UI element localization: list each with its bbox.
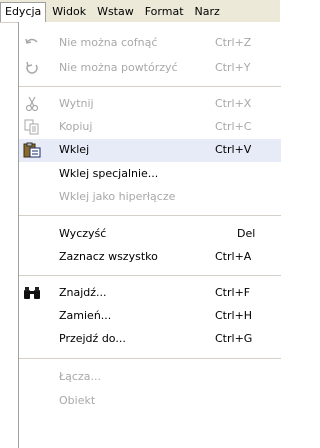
object-label: Obiekt: [59, 394, 96, 407]
replace-shortcut: Ctrl+H: [215, 309, 253, 322]
copy-shortcut: Ctrl+C: [215, 120, 252, 133]
find-label: Znajdź...: [59, 286, 107, 299]
select-all-label: Zaznacz wszystko: [59, 250, 158, 263]
menu-item-goto[interactable]: Przejdź do... Ctrl+G: [19, 328, 281, 351]
edit-dropdown-menu: Nie można cofnąć Ctrl+Z Nie można powtór…: [18, 22, 281, 448]
menu-item-paste-hyperlink[interactable]: Wklej jako hiperłącze: [19, 186, 281, 209]
redo-shortcut: Ctrl+Y: [215, 61, 251, 74]
menu-bar: Edycja Widok Wstaw Format Narz: [0, 0, 280, 23]
paste-shortcut: Ctrl+V: [215, 143, 252, 156]
goto-shortcut: Ctrl+G: [215, 332, 253, 345]
undo-shortcut: Ctrl+Z: [215, 36, 252, 49]
redo-arrow-icon: [23, 60, 41, 76]
menu-item-undo[interactable]: Nie można cofnąć Ctrl+Z: [19, 32, 281, 55]
clear-label: Wyczyść: [59, 227, 107, 240]
menu-item-paste[interactable]: Wklej Ctrl+V: [19, 139, 281, 162]
cut-label: Wytnij: [59, 97, 94, 110]
clear-shortcut: Del: [237, 227, 256, 240]
copy-label: Kopiuj: [59, 120, 93, 133]
menu-item-select-all[interactable]: Zaznacz wszystko Ctrl+A: [19, 246, 281, 269]
menu-item-clear[interactable]: Wyczyść Del: [19, 223, 281, 246]
cut-shortcut: Ctrl+X: [215, 97, 252, 110]
binoculars-icon: [23, 285, 41, 301]
links-label: Łącza...: [59, 370, 101, 383]
menu-item-object[interactable]: Obiekt: [19, 390, 281, 413]
paste-special-label: Wklej specjalnie...: [59, 167, 159, 180]
clipboard-icon: [23, 142, 41, 158]
paste-hyperlink-label: Wklej jako hiperłącze: [59, 190, 176, 203]
scissors-icon: [23, 96, 41, 112]
redo-label: Nie można powtórzyć: [59, 61, 178, 74]
copy-icon: [23, 119, 41, 135]
menu-narzedzia[interactable]: Narz: [190, 3, 225, 20]
separator: [19, 215, 281, 216]
paste-label: Wklej: [59, 143, 90, 156]
menu-item-cut[interactable]: Wytnij Ctrl+X: [19, 93, 281, 116]
separator: [19, 86, 281, 87]
select-all-shortcut: Ctrl+A: [215, 250, 252, 263]
menu-item-links[interactable]: Łącza...: [19, 366, 281, 389]
menu-item-copy[interactable]: Kopiuj Ctrl+C: [19, 116, 281, 139]
menu-item-paste-special[interactable]: Wklej specjalnie...: [19, 163, 281, 186]
menu-format[interactable]: Format: [140, 3, 189, 20]
undo-label: Nie można cofnąć: [59, 36, 158, 49]
menu-widok[interactable]: Widok: [47, 3, 91, 20]
replace-label: Zamień...: [59, 309, 112, 322]
menu-item-find[interactable]: Znajdź... Ctrl+F: [19, 282, 281, 305]
menu-edycja[interactable]: Edycja: [0, 2, 47, 22]
menu-item-redo[interactable]: Nie można powtórzyć Ctrl+Y: [19, 57, 281, 80]
separator: [19, 275, 281, 276]
menu-wstaw[interactable]: Wstaw: [92, 3, 139, 20]
find-shortcut: Ctrl+F: [215, 286, 251, 299]
goto-label: Przejdź do...: [59, 332, 126, 345]
separator: [19, 358, 281, 359]
undo-arrow-icon: [23, 35, 41, 51]
menu-item-replace[interactable]: Zamień... Ctrl+H: [19, 305, 281, 328]
